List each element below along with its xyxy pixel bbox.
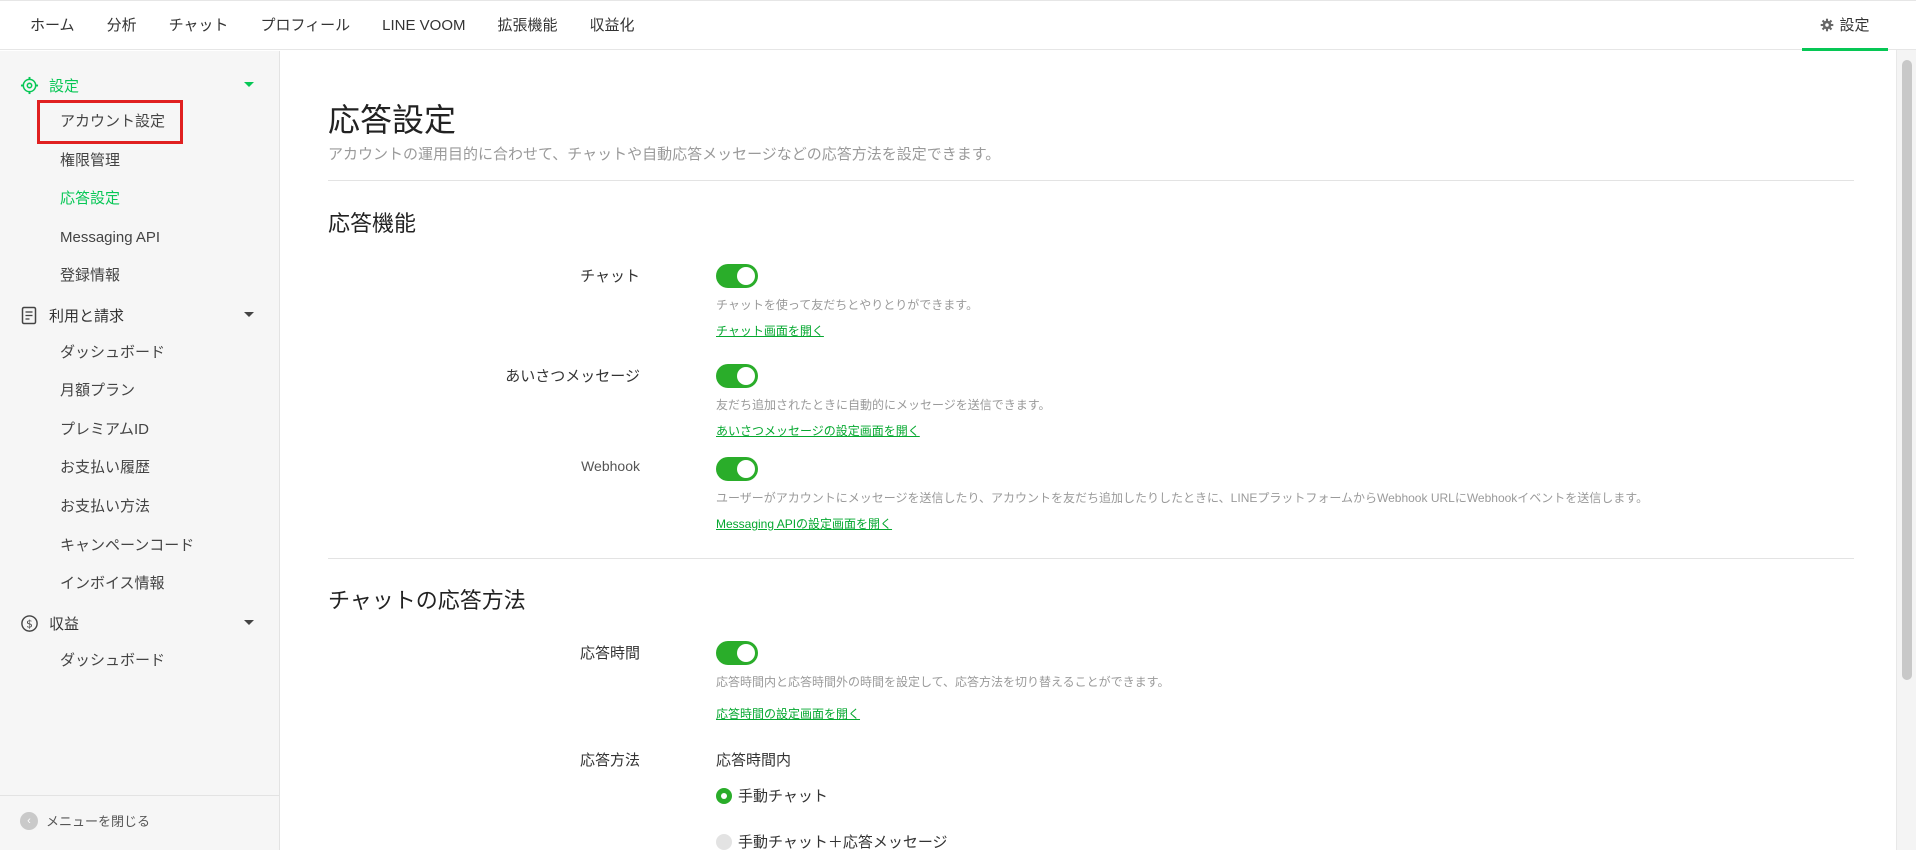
webhook-help-text: ユーザーがアカウントにメッセージを送信したり、アカウントを友だち追加したりしたと…	[716, 491, 1649, 505]
radio-manual-chat[interactable]: 手動チャット	[716, 785, 828, 806]
response-time-toggle[interactable]	[716, 641, 758, 665]
response-hours-in-label: 応答時間内	[716, 752, 792, 769]
sidebar-group-settings[interactable]: 設定	[0, 70, 280, 100]
gear-icon	[20, 76, 39, 95]
billing-icon	[20, 306, 39, 325]
sidebar-group-billing[interactable]: 利用と請求	[0, 300, 280, 330]
response-method-label: 応答方法	[579, 752, 640, 769]
radio-selected-icon	[716, 787, 732, 804]
page-title: 応答設定	[328, 102, 457, 138]
sidebar-group-label: 収益	[49, 615, 80, 633]
sidebar-item-response-settings[interactable]: 応答設定	[60, 186, 120, 212]
greeting-settings-link[interactable]: あいさつメッセージの設定画面を開く	[716, 422, 920, 439]
sidebar-item-payment-history[interactable]: お支払い履歴	[60, 455, 150, 481]
page-scrollbar[interactable]	[1896, 50, 1916, 850]
close-menu-button[interactable]: ‹ メニューを閉じる	[20, 811, 150, 830]
page-description: アカウントの運用目的に合わせて、チャットや自動応答メッセージなどの応答方法を設定…	[328, 146, 1001, 163]
highlight-annotation	[37, 100, 183, 144]
chevron-down-icon	[244, 312, 254, 317]
greeting-toggle[interactable]	[716, 364, 758, 388]
radio-unselected-icon	[716, 833, 732, 850]
sidebar-item-campaign-code[interactable]: キャンペーンコード	[60, 533, 194, 559]
tab-settings[interactable]: 設定	[1802, 1, 1888, 51]
messaging-api-settings-link[interactable]: Messaging APIの設定画面を開く	[716, 515, 892, 532]
sidebar-group-label: 設定	[49, 77, 80, 95]
response-time-help-text: 応答時間内と応答時間外の時間を設定して、応答方法を切り替えることができます。	[716, 675, 1170, 689]
dollar-icon: $	[20, 614, 39, 633]
divider	[328, 558, 1854, 559]
tab-home[interactable]: ホーム	[14, 1, 91, 51]
sidebar-item-permissions[interactable]: 権限管理	[60, 148, 120, 174]
chat-label: チャット	[580, 268, 640, 285]
top-tabs: ホーム 分析 チャット プロフィール LINE VOOM 拡張機能 収益化	[14, 1, 651, 51]
radio-label: 手動チャット＋応答メッセージ	[738, 834, 948, 850]
chat-open-link[interactable]: チャット画面を開く	[716, 322, 824, 339]
divider	[328, 180, 1854, 181]
sidebar-item-messaging-api[interactable]: Messaging API	[60, 225, 160, 251]
section-title-chat-response-method: チャットの応答方法	[328, 588, 526, 613]
sidebar-item-registration-info[interactable]: 登録情報	[60, 263, 120, 289]
top-navigation: ホーム 分析 チャット プロフィール LINE VOOM 拡張機能 収益化 設定	[0, 0, 1916, 51]
sidebar: 設定 アカウント設定 権限管理 応答設定 Messaging API 登録情報 …	[0, 51, 280, 850]
chat-help-text: チャットを使って友だちとやりとりができます。	[716, 298, 979, 312]
sidebar-item-revenue-dashboard[interactable]: ダッシュボード	[60, 648, 165, 674]
sidebar-group-label: 利用と請求	[49, 307, 125, 325]
sidebar-item-invoice-info[interactable]: インボイス情報	[60, 571, 165, 597]
tab-extensions[interactable]: 拡張機能	[482, 1, 574, 51]
greeting-help-text: 友だち追加されたときに自動的にメッセージを送信できます。	[716, 398, 1051, 412]
greeting-label: あいさつメッセージ	[505, 368, 640, 385]
tab-line-voom[interactable]: LINE VOOM	[366, 1, 481, 51]
close-menu-label: メニューを閉じる	[46, 814, 151, 829]
settings-tab-label: 設定	[1839, 17, 1870, 34]
chat-toggle[interactable]	[716, 264, 758, 288]
sidebar-item-monthly-plan[interactable]: 月額プラン	[60, 378, 135, 404]
chevron-left-icon: ‹	[20, 811, 38, 830]
response-time-settings-link[interactable]: 応答時間の設定画面を開く	[716, 705, 860, 722]
tab-profile[interactable]: プロフィール	[244, 1, 366, 51]
gear-icon	[1821, 18, 1834, 31]
chevron-down-icon	[244, 620, 254, 625]
section-title-response-features: 応答機能	[328, 211, 417, 236]
sidebar-item-dashboard[interactable]: ダッシュボード	[60, 340, 165, 366]
tab-chat[interactable]: チャット	[153, 1, 245, 51]
scrollbar-thumb[interactable]	[1902, 60, 1912, 680]
svg-text:$: $	[26, 618, 33, 630]
tab-analytics[interactable]: 分析	[91, 1, 153, 51]
radio-label: 手動チャット	[738, 788, 828, 805]
tab-monetization[interactable]: 収益化	[574, 1, 651, 51]
webhook-toggle[interactable]	[716, 457, 758, 481]
response-time-label: 応答時間	[579, 645, 640, 662]
sidebar-item-premium-id[interactable]: プレミアムID	[60, 417, 149, 443]
sidebar-group-revenue[interactable]: $ 収益	[0, 608, 280, 638]
radio-manual-chat-plus-response[interactable]: 手動チャット＋応答メッセージ	[716, 831, 948, 850]
sidebar-item-payment-method[interactable]: お支払い方法	[60, 494, 150, 520]
sidebar-divider	[0, 795, 280, 796]
webhook-label: Webhook	[581, 458, 640, 474]
chevron-down-icon	[244, 82, 254, 87]
